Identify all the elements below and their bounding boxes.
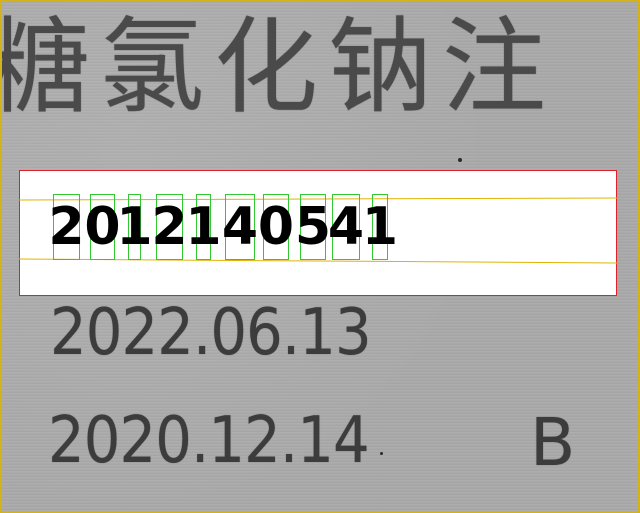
date-line-2: 2020.12.14 <box>48 404 370 478</box>
char-glyph: 2 <box>151 197 188 257</box>
image-viewer: 糖氯化钠注 2022.06.13 2020.12.14 B 2 0 1 2 1 … <box>0 0 640 513</box>
char-glyph: 0 <box>84 197 121 257</box>
char-box: 0 <box>84 194 121 260</box>
char-glyph: 1 <box>185 197 222 257</box>
char-glyph: 4 <box>327 197 365 257</box>
char-box: 2 <box>151 194 188 260</box>
char-box: 5 <box>294 194 332 260</box>
char-box: 1 <box>185 194 222 260</box>
batch-letter: B <box>530 404 576 481</box>
chinese-header-text: 糖氯化钠注 <box>0 6 557 128</box>
char-glyph: 2 <box>48 197 85 257</box>
char-box: 4 <box>221 194 259 260</box>
speck <box>458 158 462 162</box>
char-box: 1 <box>361 194 399 260</box>
char-box: 4 <box>327 194 365 260</box>
char-glyph: 0 <box>257 197 295 257</box>
char-glyph: 1 <box>361 197 399 257</box>
char-glyph: 4 <box>221 197 259 257</box>
speck <box>380 452 383 455</box>
char-glyph: 1 <box>116 197 153 257</box>
date-line-1: 2022.06.13 <box>50 296 372 370</box>
char-glyph: 5 <box>294 197 332 257</box>
char-box: 2 <box>48 194 85 260</box>
char-box: 1 <box>116 194 153 260</box>
char-box: 0 <box>257 194 295 260</box>
